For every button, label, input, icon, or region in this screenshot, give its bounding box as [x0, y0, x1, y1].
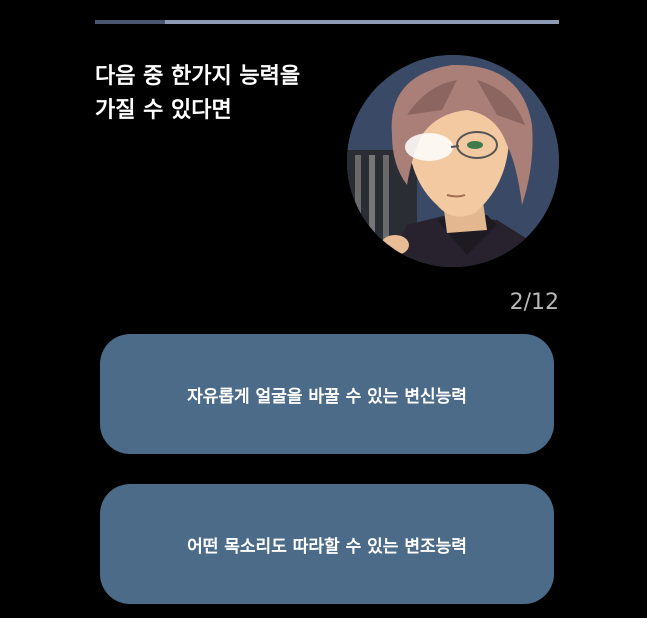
question-line-1: 다음 중 한가지 능력을 — [95, 64, 301, 89]
question-counter: 2/12 — [509, 290, 559, 315]
quiz-page: 다음 중 한가지 능력을 가질 수 있다면 2/12 자유롭게 얼굴을 바꿀 수… — [0, 0, 647, 618]
answer-option-2-button[interactable]: 어떤 목소리도 따라할 수 있는 변조능력 — [100, 484, 554, 604]
question-text: 다음 중 한가지 능력을 가질 수 있다면 — [95, 60, 345, 128]
answer-option-1-label: 자유롭게 얼굴을 바꿀 수 있는 변신능력 — [187, 386, 467, 407]
progress-bar-fill — [95, 20, 165, 24]
character-portrait-illustration — [347, 55, 559, 267]
progress-bar — [95, 20, 559, 24]
question-line-2: 가질 수 있다면 — [95, 98, 232, 123]
character-avatar — [347, 55, 559, 267]
answer-option-1-button[interactable]: 자유롭게 얼굴을 바꿀 수 있는 변신능력 — [100, 334, 554, 454]
answer-option-2-label: 어떤 목소리도 따라할 수 있는 변조능력 — [187, 536, 467, 557]
